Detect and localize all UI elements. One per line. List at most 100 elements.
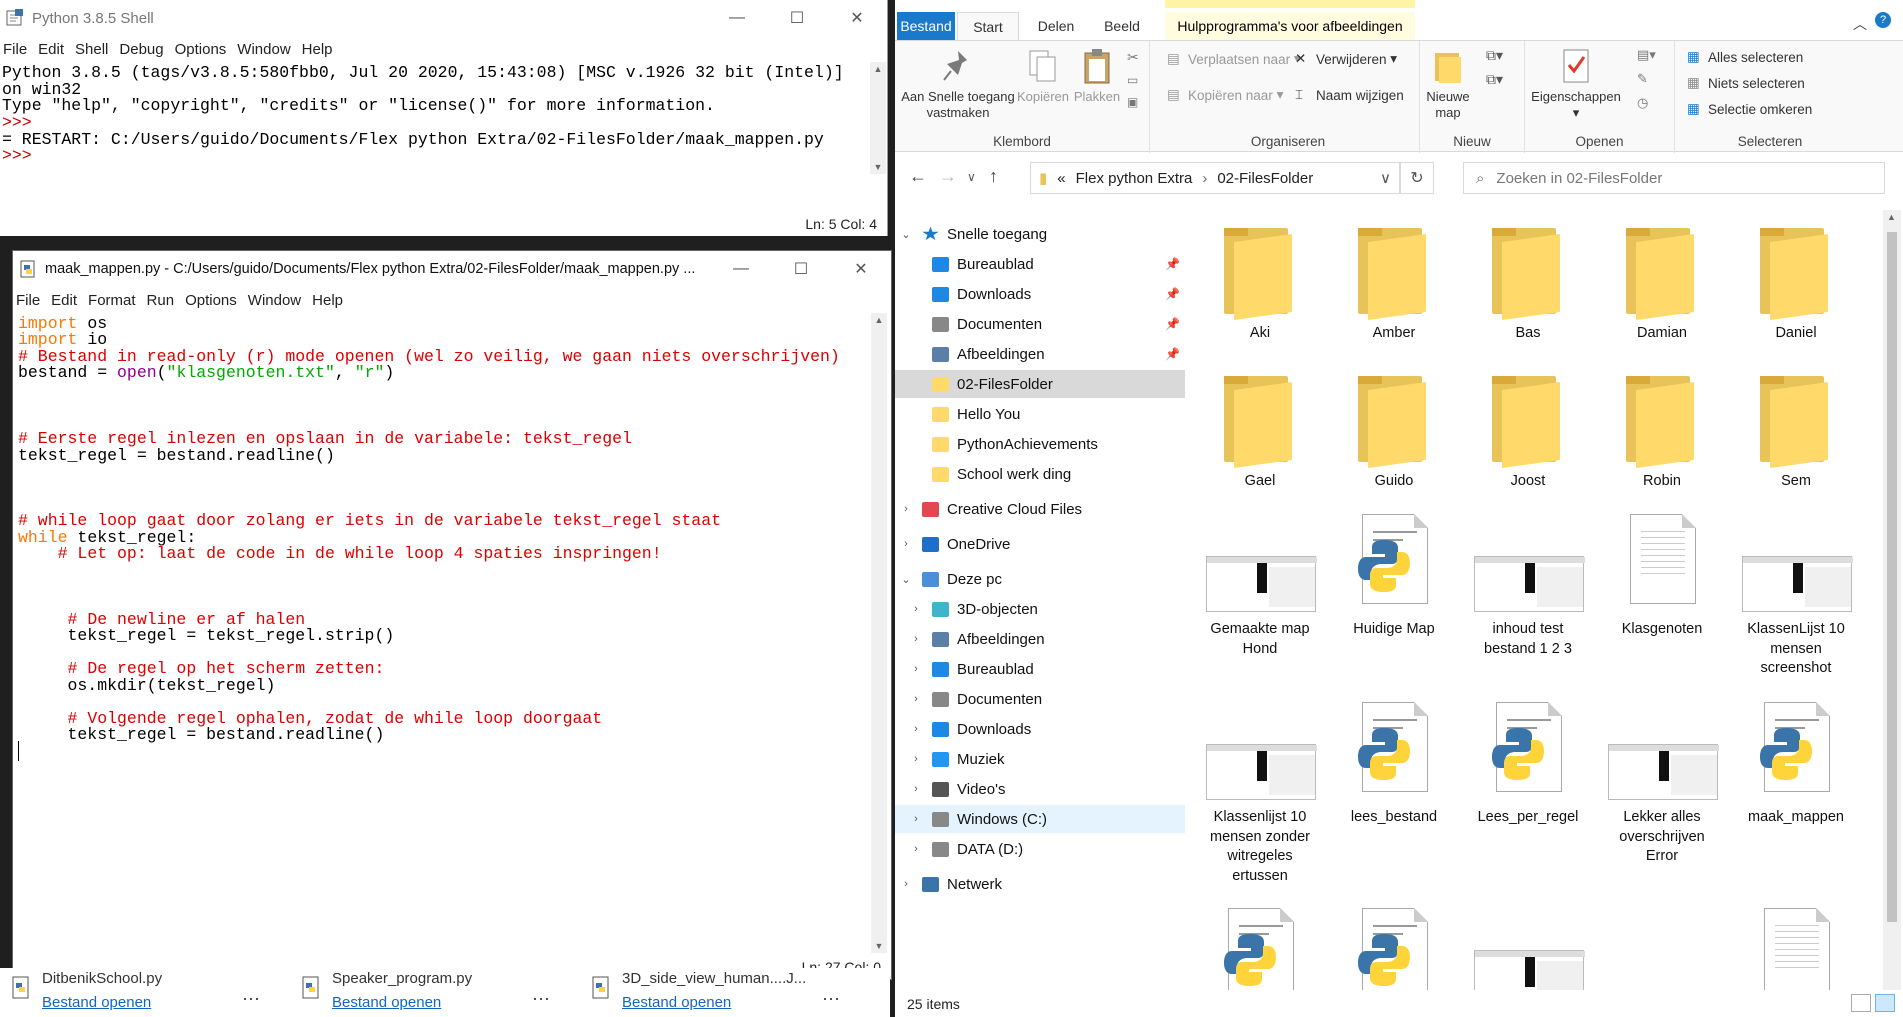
file-item[interactable]: inhoud test bestand 1 2 3 bbox=[1468, 506, 1588, 659]
new-folder-button[interactable]: Nieuwe map bbox=[1422, 47, 1474, 121]
file-item[interactable]: Klasgenoten bbox=[1602, 506, 1722, 640]
nav-item-hello-you[interactable]: Hello You bbox=[895, 400, 1185, 428]
nav-item-bureaublad[interactable]: › Bureaublad bbox=[895, 655, 1185, 683]
minimize-button[interactable]: — bbox=[711, 251, 771, 287]
file-item[interactable]: Lekker alles overschrijven Error bbox=[1602, 694, 1722, 867]
nav-item-afbeeldingen[interactable]: › Afbeeldingen bbox=[895, 625, 1185, 653]
nav-item-windows-c-[interactable]: › Windows (C:) bbox=[895, 805, 1185, 833]
folder-item[interactable]: Aki bbox=[1200, 210, 1320, 344]
file-item[interactable] bbox=[1468, 900, 1588, 990]
nav-item-school-werk-ding[interactable]: School werk ding bbox=[895, 460, 1185, 488]
nav-item-video-s[interactable]: › Video's bbox=[895, 775, 1185, 803]
folder-item[interactable]: Joost bbox=[1468, 358, 1588, 492]
pin-icon[interactable]: 📌 bbox=[1165, 287, 1180, 301]
forward-button[interactable]: → bbox=[939, 166, 957, 187]
address-bar[interactable]: ▮ « Flex python Extra › 02-FilesFolder ∨ bbox=[1030, 162, 1400, 194]
copy-path-icon[interactable]: ▭ bbox=[1127, 73, 1138, 87]
more-options-icon[interactable]: ··· bbox=[532, 988, 550, 1009]
recent-file-item[interactable]: 3D_side_view_human....J... Bestand openen… bbox=[580, 968, 860, 1017]
recent-file-item[interactable]: Speaker_program.py Bestand openen ··· bbox=[290, 968, 570, 1017]
pin-icon[interactable]: 📌 bbox=[1165, 257, 1180, 271]
shell-scrollbar[interactable]: ▲ ▼ bbox=[870, 62, 886, 174]
editor-menu-help[interactable]: Help bbox=[309, 292, 351, 309]
folder-item[interactable]: Bas bbox=[1468, 210, 1588, 344]
shell-menu-help[interactable]: Help bbox=[299, 41, 341, 58]
chevron-down-icon[interactable]: ∨ bbox=[1380, 169, 1391, 187]
nav-item-3d-objecten[interactable]: › 3D-objecten bbox=[895, 595, 1185, 623]
chevron-right-icon[interactable]: › bbox=[910, 633, 922, 645]
shell-menu-debug[interactable]: Debug bbox=[116, 41, 171, 58]
chevron-right-icon[interactable]: › bbox=[910, 843, 922, 855]
pin-icon[interactable]: 📌 bbox=[1165, 317, 1180, 331]
editor-menu-window[interactable]: Window bbox=[245, 292, 309, 309]
maximize-button[interactable]: ☐ bbox=[771, 251, 831, 287]
address-overflow[interactable]: « bbox=[1057, 170, 1065, 187]
rename-button[interactable]: ⌶ Naam wijzigen bbox=[1295, 87, 1404, 103]
file-item[interactable]: Gemaakte map Hond bbox=[1200, 506, 1320, 659]
folder-item[interactable]: Damian bbox=[1602, 210, 1722, 344]
nav-item-02-filesfolder[interactable]: 02-FilesFolder bbox=[895, 370, 1185, 398]
nav-item-muziek[interactable]: › Muziek bbox=[895, 745, 1185, 773]
file-item[interactable] bbox=[1736, 900, 1856, 990]
paste-shortcut-icon[interactable]: ▣ bbox=[1127, 95, 1138, 109]
shell-titlebar[interactable]: Python 3.8.5 Shell — ☐ ✕ bbox=[0, 0, 887, 36]
nav-item-data-d-[interactable]: › DATA (D:) bbox=[895, 835, 1185, 863]
chevron-right-icon[interactable]: › bbox=[900, 538, 912, 550]
chevron-right-icon[interactable]: › bbox=[910, 663, 922, 675]
file-item[interactable] bbox=[1334, 900, 1454, 990]
chevron-right-icon[interactable]: › bbox=[900, 878, 912, 890]
maximize-button[interactable]: ☐ bbox=[767, 0, 827, 36]
chevron-down-icon[interactable]: ⌄ bbox=[900, 228, 912, 241]
nav-item-snelle-toegang[interactable]: ⌄ Snelle toegang bbox=[895, 220, 1185, 248]
folder-item[interactable]: Sem bbox=[1736, 358, 1856, 492]
tab-file[interactable]: Bestand bbox=[897, 12, 955, 40]
editor-menu-run[interactable]: Run bbox=[144, 292, 183, 309]
nav-item-documenten[interactable]: › Documenten bbox=[895, 685, 1185, 713]
editor-menu-options[interactable]: Options bbox=[182, 292, 245, 309]
tab-view[interactable]: Beeld bbox=[1091, 12, 1153, 40]
editor-menu-edit[interactable]: Edit bbox=[48, 292, 85, 309]
tab-share[interactable]: Delen bbox=[1025, 12, 1087, 40]
open-icon[interactable]: ▤▾ bbox=[1637, 47, 1656, 63]
shell-menu-shell[interactable]: Shell bbox=[72, 41, 116, 58]
back-button[interactable]: ← bbox=[909, 166, 927, 187]
address-segment[interactable]: 02-FilesFolder bbox=[1217, 170, 1313, 187]
shell-menu-file[interactable]: File bbox=[0, 41, 35, 58]
copy-to-button[interactable]: ▤ Kopiëren naar ▾ bbox=[1167, 87, 1283, 103]
close-button[interactable]: ✕ bbox=[831, 251, 891, 287]
cut-icon[interactable]: ✂ bbox=[1127, 49, 1139, 66]
shell-menu-window[interactable]: Window bbox=[234, 41, 298, 58]
help-icon[interactable]: ? bbox=[1875, 12, 1891, 28]
move-to-button[interactable]: ▤ Verplaatsen naar ▾ bbox=[1167, 51, 1301, 67]
file-item[interactable]: Lees_per_regel bbox=[1468, 694, 1588, 828]
tab-picture-tools[interactable]: Hulpprogramma's voor afbeeldingen bbox=[1165, 12, 1415, 40]
folder-item[interactable]: Guido bbox=[1334, 358, 1454, 492]
open-file-link[interactable]: Bestand openen bbox=[622, 994, 731, 1011]
history-icon[interactable]: ◷ bbox=[1637, 95, 1648, 111]
chevron-right-icon[interactable]: › bbox=[900, 503, 912, 515]
pin-icon[interactable]: 📌 bbox=[1165, 347, 1180, 361]
tab-start[interactable]: Start bbox=[957, 12, 1019, 40]
shell-menu-edit[interactable]: Edit bbox=[35, 41, 72, 58]
file-item[interactable]: maak_mappen bbox=[1736, 694, 1856, 828]
chevron-right-icon[interactable]: › bbox=[910, 693, 922, 705]
large-icons-view-button[interactable] bbox=[1875, 994, 1895, 1012]
nav-item-creative-cloud-files[interactable]: › Creative Cloud Files bbox=[895, 495, 1185, 523]
close-button[interactable]: ✕ bbox=[827, 0, 887, 36]
invert-selection-button[interactable]: ▦ Selectie omkeren bbox=[1687, 101, 1812, 117]
recent-locations-icon[interactable]: ∨ bbox=[967, 170, 976, 184]
chevron-right-icon[interactable]: › bbox=[910, 813, 922, 825]
folder-item[interactable]: Amber bbox=[1334, 210, 1454, 344]
nav-item-deze-pc[interactable]: ⌄ Deze pc bbox=[895, 565, 1185, 593]
nav-item-pythonachievements[interactable]: PythonAchievements bbox=[895, 430, 1185, 458]
search-input[interactable]: ⌕ Zoeken in 02-FilesFolder bbox=[1463, 162, 1885, 194]
paste-button[interactable]: Plakken bbox=[1071, 47, 1123, 105]
select-none-button[interactable]: ▦ Niets selecteren bbox=[1687, 75, 1805, 91]
select-all-button[interactable]: ▦ Alles selecteren bbox=[1687, 49, 1803, 65]
file-item[interactable]: Klassenlijst 10 mensen zonder witregeles… bbox=[1200, 694, 1320, 886]
file-item[interactable]: KlassenLijst 10 mensen screenshot bbox=[1736, 506, 1856, 679]
address-segment[interactable]: Flex python Extra bbox=[1076, 170, 1193, 187]
chevron-right-icon[interactable]: › bbox=[910, 723, 922, 735]
file-item[interactable] bbox=[1200, 900, 1320, 990]
nav-item-netwerk[interactable]: › Netwerk bbox=[895, 870, 1185, 898]
